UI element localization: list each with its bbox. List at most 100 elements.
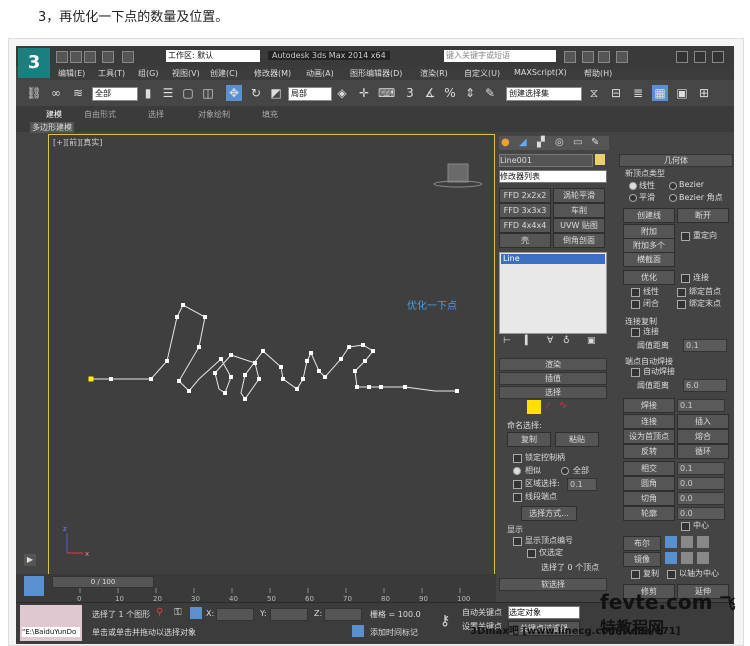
display-tab-icon[interactable]: ▭ (573, 137, 582, 148)
front-viewport[interactable]: [+][前][真实] z x 优化一下点 (48, 134, 495, 576)
vertex-level-icon[interactable] (527, 400, 541, 414)
menu-customize[interactable]: 自定义(U) (464, 68, 500, 79)
mirror-vertical-icon[interactable] (681, 552, 693, 564)
spline-vertex[interactable] (197, 345, 201, 349)
menu-animation[interactable]: 动画(A) (306, 68, 334, 79)
reverse-button[interactable]: 反转 (623, 444, 675, 459)
bind-last-checkbox[interactable] (677, 300, 686, 309)
spline-vertex[interactable] (347, 345, 351, 349)
spline-vertex[interactable] (403, 385, 407, 389)
attach-multiple-button[interactable]: 附加多个 (623, 238, 675, 253)
spline-vertex[interactable] (243, 397, 247, 401)
spline-vertex[interactable] (281, 377, 285, 381)
motion-tab-icon[interactable]: ◎ (555, 137, 564, 148)
cross-section-button[interactable]: 横截面 (623, 252, 675, 267)
bind-first-checkbox[interactable] (677, 288, 686, 297)
remove-modifier-icon[interactable]: ♁ (563, 336, 570, 346)
star-icon[interactable] (598, 51, 610, 63)
x-coord-field[interactable] (216, 608, 254, 621)
spinner-snap-icon[interactable]: ⇕ (462, 85, 478, 101)
uvw-map-button[interactable]: UVW 贴图 (553, 218, 605, 233)
ribbon-panel-title[interactable]: 多边形建模 (30, 122, 74, 133)
configure-sets-icon[interactable]: ▣ (587, 336, 596, 346)
area-selection-spinner[interactable]: 0.1 (567, 478, 597, 491)
spline-vertex[interactable] (279, 365, 283, 369)
spline-vertex[interactable] (149, 377, 153, 381)
maxscript-line[interactable]: "E:\BaiduYunDo (22, 627, 80, 637)
refine-button[interactable]: 优化 (623, 270, 675, 285)
fillet-spinner[interactable]: 0.0 (677, 477, 725, 490)
tab-object-paint[interactable]: 对象绘制 (198, 109, 230, 120)
outline-spinner[interactable]: 0.0 (677, 507, 725, 520)
angle-snap-icon[interactable]: ∡ (422, 85, 438, 101)
mirror-copy-checkbox[interactable] (631, 570, 640, 579)
absolute-mode-icon[interactable] (190, 607, 202, 619)
modifier-list-dropdown[interactable]: 修改器列表 (499, 170, 607, 183)
weld-spinner[interactable]: 0.1 (677, 399, 725, 412)
selection-filter-dropdown[interactable]: 全部 (92, 87, 138, 101)
spline-vertex[interactable] (339, 357, 343, 361)
spline-vertex[interactable] (309, 351, 313, 355)
move-icon[interactable]: ✥ (226, 85, 242, 101)
spline-vertex[interactable] (187, 389, 191, 393)
edit-named-sel-icon[interactable]: ✎ (482, 85, 498, 101)
mirror-both-icon[interactable] (697, 552, 709, 564)
spline-vertex[interactable] (301, 377, 305, 381)
spline-vertex[interactable] (367, 385, 371, 389)
maxscript-listener[interactable]: "E:\BaiduYunDo (20, 605, 82, 641)
tab-modeling[interactable]: 建模 (46, 109, 62, 120)
about-pivot-checkbox[interactable] (667, 570, 676, 579)
y-coord-field[interactable] (270, 608, 308, 621)
unlink-icon[interactable]: ∞ (48, 85, 64, 101)
spline-vertex[interactable] (355, 385, 359, 389)
undo-icon[interactable] (102, 51, 114, 63)
first-vertex[interactable] (88, 376, 94, 382)
binoculars-icon[interactable] (564, 51, 576, 63)
spline-vertex[interactable] (455, 389, 459, 393)
menu-graph-editors[interactable]: 图形编辑器(D) (350, 68, 402, 79)
break-button[interactable]: 断开 (677, 208, 729, 223)
mirror-horizontal-icon[interactable] (665, 552, 677, 564)
ffd-2x2x2-button[interactable]: FFD 2x2x2 (499, 188, 551, 203)
lock-handles-checkbox[interactable] (513, 454, 522, 463)
threshold-spinner[interactable]: 0.1 (683, 339, 727, 352)
tab-populate[interactable]: 填充 (262, 109, 278, 120)
selected-objects-dropdown[interactable]: 选定对象 (508, 606, 580, 619)
show-vertex-numbers-checkbox[interactable] (513, 537, 522, 546)
named-selection-dropdown[interactable]: 创建选择集 (506, 87, 582, 101)
new-file-icon[interactable] (56, 51, 68, 63)
menu-group[interactable]: 组(G) (138, 68, 158, 79)
rollout-interpolation[interactable]: 插值 (499, 372, 607, 385)
connect-copy-checkbox[interactable] (631, 328, 640, 337)
all-radio[interactable] (561, 467, 569, 475)
shell-button[interactable]: 壳 (499, 233, 551, 248)
menu-edit[interactable]: 编辑(E) (58, 68, 85, 79)
mirror-button[interactable]: 镜像 (623, 552, 661, 567)
menu-rendering[interactable]: 渲染(R) (420, 68, 448, 79)
rollout-geometry[interactable]: 几何体 (619, 154, 733, 167)
isolate-icon[interactable]: ⚲ (156, 607, 163, 618)
menu-views[interactable]: 视图(V) (172, 68, 200, 79)
center-checkbox[interactable] (681, 522, 690, 531)
spline-vertex[interactable] (353, 369, 357, 373)
menu-create[interactable]: 创建(C) (210, 68, 238, 79)
menu-modifiers[interactable]: 修改器(M) (254, 68, 291, 79)
fillet-button[interactable]: 圆角 (623, 476, 675, 491)
spline-vertex[interactable] (317, 369, 321, 373)
spline-vertex[interactable] (261, 349, 265, 353)
spline-vertex[interactable] (229, 353, 233, 357)
key-icon[interactable]: ⚷ (440, 613, 450, 629)
modify-tab-icon[interactable]: ◢ (519, 137, 527, 148)
select-manipulate-icon[interactable]: ✛ (356, 85, 372, 101)
help-icon[interactable] (616, 51, 628, 63)
create-line-button[interactable]: 创建线 (623, 208, 675, 223)
turbosmooth-button[interactable]: 涡轮平滑 (553, 188, 605, 203)
menu-help[interactable]: 帮助(H) (584, 68, 612, 79)
redo-icon[interactable] (122, 51, 134, 63)
bevel-profile-button[interactable]: 倒角剖面 (553, 233, 605, 248)
linear-radio[interactable] (629, 182, 637, 190)
viewcube[interactable] (433, 163, 483, 188)
spline-vertex[interactable] (177, 379, 181, 383)
app-logo[interactable]: 3 (18, 48, 50, 78)
closed-checkbox[interactable] (631, 300, 640, 309)
